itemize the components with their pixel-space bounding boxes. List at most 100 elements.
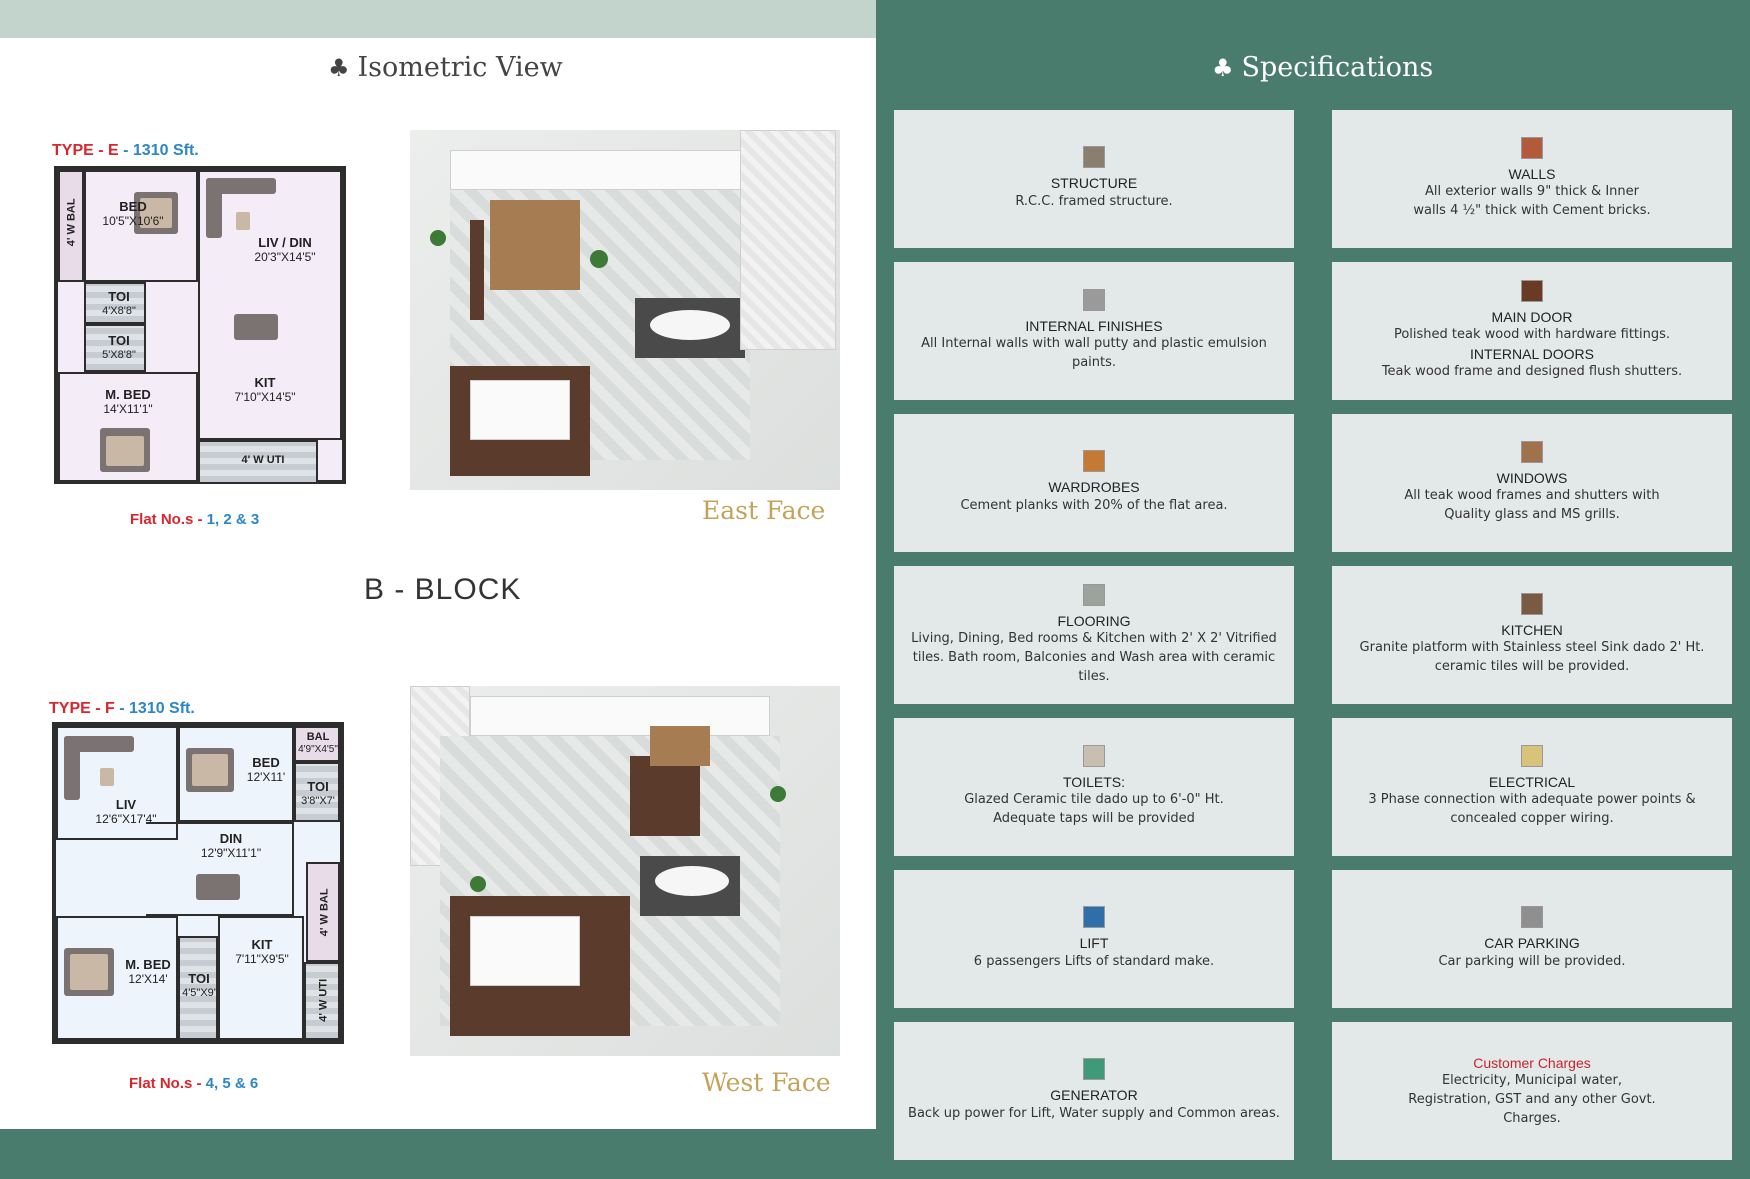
specifications-heading: ♣ Specifications — [1212, 52, 1433, 83]
spec-desc: Back up power for Lift, Water supply and… — [908, 1105, 1280, 1121]
sofa-side — [206, 178, 222, 238]
dining-table — [234, 314, 278, 340]
specifications-title: Specifications — [1241, 52, 1434, 83]
spec-card-toilets: TOILETS: Glazed Ceramic tile dado up to … — [894, 718, 1294, 856]
right-page: ♣ Specifications STRUCTURE R.C.C. framed… — [876, 0, 1750, 1179]
render-bedroom-wall — [630, 756, 700, 836]
electrical-icon — [1521, 745, 1543, 768]
type-area: - 1310 Sft. — [114, 700, 195, 717]
spec-desc-2: Teak wood frame and designed flush shutt… — [1381, 364, 1683, 380]
type-e-label: TYPE - E - 1310 Sft. — [52, 142, 199, 160]
plan-e-toi1-label: TOI 4'X8'8" — [102, 289, 136, 317]
generator-icon — [1083, 1058, 1105, 1081]
spec-title: TOILETS: — [1063, 774, 1125, 791]
spec-title: WALLS — [1508, 166, 1556, 183]
plan-e-mbed-label: M. BED 14'X11'1" — [103, 387, 153, 416]
spec-desc: All exterior walls 9" thick & Inner wall… — [1413, 184, 1651, 219]
render-bedroom-floor — [650, 726, 710, 766]
spec-title: Customer Charges — [1473, 1054, 1591, 1071]
plan-f-balcony: BAL 4'9"X4'5" — [294, 726, 340, 762]
flat-numbers: 4, 5 & 6 — [205, 1075, 259, 1092]
walls-icon — [1521, 137, 1543, 160]
render-plant-2 — [470, 876, 486, 892]
floor-plan-type-f: LIV 12'6"X17'4" BED 12'X11' BAL 4'9"X4'5" T… — [52, 722, 344, 1044]
sofa-side — [64, 736, 80, 800]
plan-f-bal-label: BAL 4'9"X4'5" — [298, 731, 338, 755]
master-bed-linen — [106, 436, 144, 466]
west-face-label: West Face — [702, 1068, 831, 1097]
plan-e-utility: 4' W UTI — [198, 440, 318, 484]
type-f-label: TYPE - F - 1310 Sft. — [49, 700, 195, 718]
spec-desc: Glazed Ceramic tile dado up to 6'-0" Ht.… — [964, 792, 1224, 827]
spec-card-internal-finishes: INTERNAL FINISHES All Internal walls wit… — [894, 262, 1294, 400]
dining-table — [196, 874, 240, 900]
block-title: B - BLOCK — [364, 573, 522, 606]
plan-f-bal2-label: 4' W BAL — [318, 888, 331, 937]
plan-e-master-bed: M. BED 14'X11'1" — [58, 372, 198, 484]
lift-icon — [1083, 906, 1105, 929]
wardrobe-icon — [1083, 450, 1105, 473]
east-face-label: East Face — [702, 496, 826, 525]
plan-f-mbed-label: M. BED 12'X14' — [125, 957, 171, 986]
isometric-render-east — [410, 130, 840, 490]
spec-desc: 6 passengers Lifts of standard make. — [973, 953, 1215, 969]
door-icon — [1521, 279, 1543, 302]
plan-e-balcony: 4' W BAL — [58, 170, 84, 282]
spec-desc: Cement planks with 20% of the flat area. — [960, 497, 1228, 513]
spec-card-windows: WINDOWS All teak wood frames and shutter… — [1332, 414, 1732, 552]
spec-desc: Electricity, Municipal water, Registrati… — [1408, 1072, 1656, 1126]
type-prefix: TYPE - — [49, 700, 106, 717]
plan-f-uti-label: 4' W UTI — [317, 978, 330, 1022]
spec-card-walls: WALLS All exterior walls 9" thick & Inne… — [1332, 110, 1732, 248]
spec-desc: 3 Phase connection with adequate power p… — [1368, 792, 1696, 827]
plan-f-toilet-2: TOI 4'5"X9' — [178, 936, 218, 1040]
render-back-wall — [450, 150, 750, 190]
plan-f-dining: DIN 12'9"X11'1" — [146, 822, 294, 916]
spec-card-doors: MAIN DOOR Polished teak wood with hardwa… — [1332, 262, 1732, 400]
spec-desc: Polished teak wood with hardware fitting… — [1393, 327, 1671, 343]
plan-f-toi2-label: TOI 4'5"X9' — [182, 971, 216, 999]
spec-desc: Car parking will be provided. — [1438, 953, 1626, 969]
plan-f-kit-label: KIT 7'11"X9'5" — [235, 937, 289, 966]
flat-numbers-e: Flat No.s - 1, 2 & 3 — [130, 511, 259, 528]
render-plant — [590, 250, 608, 268]
isometric-view-heading: ♣ Isometric View — [328, 52, 563, 83]
spec-card-structure: STRUCTURE R.C.C. framed structure. — [894, 110, 1294, 248]
isometric-view-title: Isometric View — [357, 52, 563, 83]
spec-title: CAR PARKING — [1484, 935, 1580, 952]
render-master-bed — [470, 380, 570, 440]
plan-f-balcony-2: 4' W BAL — [306, 862, 340, 962]
render-bedroom-floor — [490, 200, 580, 290]
plan-e-uti-label: 4' W UTI — [241, 454, 285, 466]
spec-card-kitchen: KITCHEN Granite platform with Stainless … — [1332, 566, 1732, 704]
plan-f-bed: BED 12'X11' — [178, 726, 294, 822]
spec-card-electrical: ELECTRICAL 3 Phase connection with adequ… — [1332, 718, 1732, 856]
plan-e-living-dining: LIV / DIN 20'3"X14'5" — [198, 170, 342, 390]
spec-desc: Living, Dining, Bed rooms & Kitchen with… — [911, 630, 1277, 684]
flat-label: Flat No.s - — [129, 1075, 206, 1092]
type-area: - 1310 Sft. — [118, 142, 199, 159]
spec-desc: R.C.C. framed structure. — [1015, 193, 1173, 209]
render-plant — [770, 786, 786, 802]
spec-title: STRUCTURE — [1050, 175, 1138, 192]
spec-card-generator: GENERATOR Back up power for Lift, Water … — [894, 1022, 1294, 1160]
car-parking-icon — [1521, 906, 1543, 929]
type-letter: F — [105, 700, 115, 717]
spec-title: FLOORING — [1057, 612, 1131, 629]
spec-title: GENERATOR — [1050, 1087, 1138, 1104]
toilet-icon — [1083, 745, 1105, 768]
flat-numbers-f: Flat No.s - 4, 5 & 6 — [129, 1075, 258, 1092]
plan-e-bed: BED 10'5"X10'6" — [84, 170, 198, 282]
plan-e-liv-label: LIV / DIN 20'3"X14'5" — [254, 235, 316, 264]
spec-title: LIFT — [1079, 935, 1109, 952]
plan-e-bal-label: 4' W BAL — [65, 198, 78, 247]
spec-card-customer-charges: Customer Charges Electricity, Municipal … — [1332, 1022, 1732, 1160]
internal-finishes-icon — [1083, 289, 1105, 312]
coffee-table — [100, 768, 114, 786]
isometric-render-west — [410, 686, 840, 1056]
plan-e-toilet-1: TOI 4'X8'8" — [84, 282, 146, 324]
spec-title: MAIN DOOR — [1491, 308, 1573, 325]
plan-e-kitchen: KIT 7'10"X14'5" — [198, 375, 342, 440]
render-wardrobe — [470, 220, 484, 320]
top-band — [0, 0, 876, 38]
